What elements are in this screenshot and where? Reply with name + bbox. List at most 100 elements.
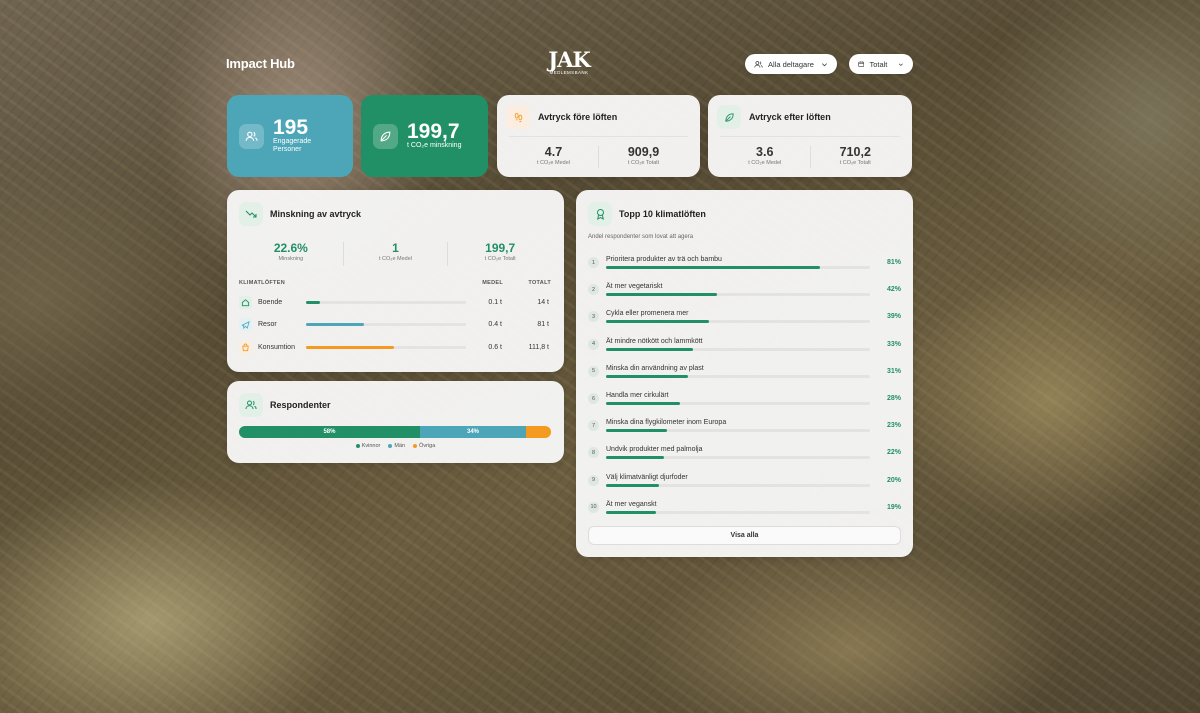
category-row-travel: Resor 0.4 t 81 t xyxy=(239,314,551,337)
home-icon xyxy=(239,295,252,309)
segment-women: 58% xyxy=(239,426,420,438)
pledge-bar xyxy=(606,293,870,297)
respondents-card: Respondenter 58% 34% Kvinnor Män Övriga xyxy=(227,381,564,463)
award-icon xyxy=(588,202,612,226)
segment-other xyxy=(526,426,551,438)
pledge-percent: 33% xyxy=(886,340,901,348)
users-icon xyxy=(754,60,763,68)
shopping-bag-icon xyxy=(239,340,252,354)
category-row-consumption: Konsumtion 0.6 t 111,8 t xyxy=(239,336,551,359)
pledge-percent: 39% xyxy=(886,313,901,321)
reduction-avg-label: t CO₂e Medel xyxy=(379,256,413,262)
plane-icon xyxy=(239,318,252,332)
pledge-percent: 28% xyxy=(886,395,901,402)
rank-badge: 7 xyxy=(588,420,599,432)
pledge-bar-fill xyxy=(606,374,688,378)
legend-label: Övriga xyxy=(419,443,436,449)
before-total-label: t CO₂e Totalt xyxy=(627,160,660,166)
pledge-bar xyxy=(606,347,870,351)
legend-label: Kvinnor xyxy=(361,443,381,449)
period-filter[interactable]: Totalt xyxy=(849,54,913,74)
category-bar-fill xyxy=(306,345,394,349)
category-label: Resor xyxy=(258,321,277,329)
brand-title: Impact Hub xyxy=(226,56,295,71)
pledge-bar xyxy=(606,429,870,433)
pledge-label: Handla mer cirkulärt xyxy=(606,392,669,399)
pledge-label: Välj klimatvänligt djurfoder xyxy=(606,473,688,481)
pledge-row: 2 Ät mer vegetariskt 42% xyxy=(588,283,901,310)
pledge-row: 9 Välj klimatvänligt djurfoder 20% xyxy=(588,474,901,501)
engaged-label-2: Personer xyxy=(273,146,302,153)
pledge-row: 3 Cykla eller promenera mer 39% xyxy=(588,310,901,337)
reduction-avg-value: 1 xyxy=(392,241,399,255)
category-row-housing: Boende 0.1 t 14 t xyxy=(239,291,551,314)
footprint-after-card: Avtryck efter löften 3.6 t CO₂e Medel 71… xyxy=(708,95,912,177)
pledge-bar-fill xyxy=(606,510,657,514)
legend-item: Kvinnor xyxy=(355,443,381,449)
footprints-icon xyxy=(506,105,530,129)
pledge-bar xyxy=(606,402,870,405)
pledge-bar-fill xyxy=(606,456,665,460)
pledge-bar xyxy=(606,374,870,378)
segment-men: 34% xyxy=(419,426,527,438)
category-bar xyxy=(306,345,466,349)
pledge-bar xyxy=(606,483,870,487)
legend-label: Män xyxy=(394,443,406,449)
pledge-percent: 20% xyxy=(886,476,901,484)
participants-filter-label: Alla deltagare xyxy=(768,59,814,69)
after-avg-value: 3.6 xyxy=(756,145,774,159)
category-label: Konsumtion xyxy=(258,343,295,351)
category-total: 14 t xyxy=(537,298,549,306)
reduction-pct-label: Minskning xyxy=(278,256,304,262)
respondents-legend: Kvinnor Män Övriga xyxy=(227,443,564,449)
pledge-label: Ät mer vegetariskt xyxy=(606,283,663,291)
pledge-row: 10 Ät mer veganskt 19% xyxy=(588,501,901,528)
reduction-card-title: Minskning av avtryck xyxy=(270,209,362,219)
col-total-header: TOTALT xyxy=(528,280,551,286)
footprint-before-card: Avtryck före löften 4.7 t CO₂e Medel 909… xyxy=(497,95,700,177)
pledge-bar-fill xyxy=(606,266,820,269)
reduction-total-label: t CO₂e Totalt xyxy=(484,256,516,262)
after-avg-label: t CO₂e Medel xyxy=(748,160,782,166)
users-icon xyxy=(239,123,264,149)
logo-mark: JAK xyxy=(548,47,590,72)
chevron-down-icon xyxy=(821,62,827,66)
rank-badge: 8 xyxy=(588,447,599,459)
rank-badge: 2 xyxy=(588,284,599,296)
period-filter-label: Totalt xyxy=(869,59,888,69)
pledge-row: 5 Minska din användning av plast 31% xyxy=(588,365,901,392)
reduction-stat-card: 199,7 t CO₂e minskning xyxy=(361,95,488,177)
before-total-value: 909,9 xyxy=(627,145,660,159)
pledge-label: Prioritera produkter av trä och bambu xyxy=(606,256,722,263)
pledge-label: Undvik produkter med palmolja xyxy=(606,446,703,454)
reduction-value: 199,7 xyxy=(407,120,460,143)
pledge-bar xyxy=(606,456,870,460)
pledge-bar-fill xyxy=(606,429,667,433)
col-avg-header: MEDEL xyxy=(482,280,503,286)
category-bar xyxy=(306,323,466,327)
pledge-row: 6 Handla mer cirkulärt 28% xyxy=(588,392,901,419)
pledge-percent: 42% xyxy=(886,286,901,294)
category-total: 111,8 t xyxy=(528,343,549,351)
after-total-label: t CO₂e Totalt xyxy=(839,160,871,166)
users-icon xyxy=(239,393,263,417)
reduction-label: t CO₂e minskning xyxy=(407,142,462,149)
show-all-button[interactable]: Visa alla xyxy=(588,526,901,545)
top10-subtitle: Andel respondenter som lovat att agera xyxy=(588,234,694,240)
pledge-bar xyxy=(606,510,870,514)
rank-badge: 9 xyxy=(588,474,599,486)
category-label: Boende xyxy=(258,298,283,306)
participants-filter[interactable]: Alla deltagare xyxy=(745,54,837,74)
category-total: 81 t xyxy=(537,321,549,329)
leaf-icon xyxy=(717,105,741,129)
top10-title: Topp 10 klimatlöften xyxy=(619,209,706,219)
calendar-icon xyxy=(858,61,865,67)
pledge-bar-fill xyxy=(606,483,659,487)
pledge-label: Minska din användning av plast xyxy=(606,364,704,372)
logo: JAK MEDLEMSBANK xyxy=(544,47,594,75)
pledge-row: 7 Minska dina flygkilometer inom Europa 23… xyxy=(588,419,901,446)
chevron-down-icon xyxy=(899,63,904,66)
pledge-bar xyxy=(606,266,870,269)
leaf-icon xyxy=(373,123,398,149)
col-category-header: KLIMATLÖFTEN xyxy=(239,280,285,286)
